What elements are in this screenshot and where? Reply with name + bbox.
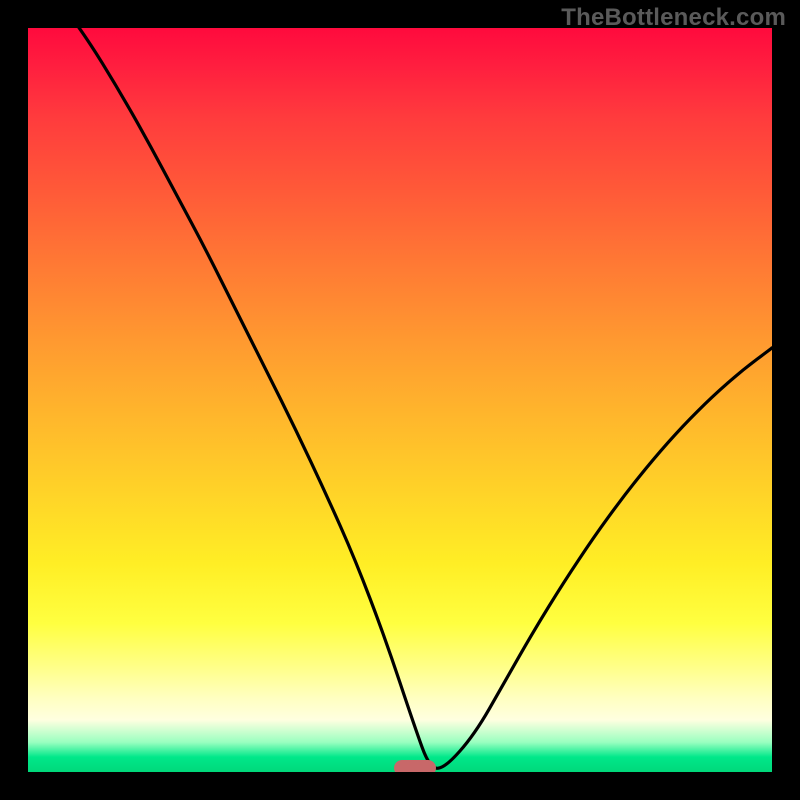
optimal-point-marker <box>394 760 436 772</box>
plot-area <box>28 28 772 772</box>
watermark-text: TheBottleneck.com <box>561 4 786 32</box>
chart-frame: TheBottleneck.com <box>0 0 800 800</box>
bottleneck-curve <box>28 28 772 772</box>
